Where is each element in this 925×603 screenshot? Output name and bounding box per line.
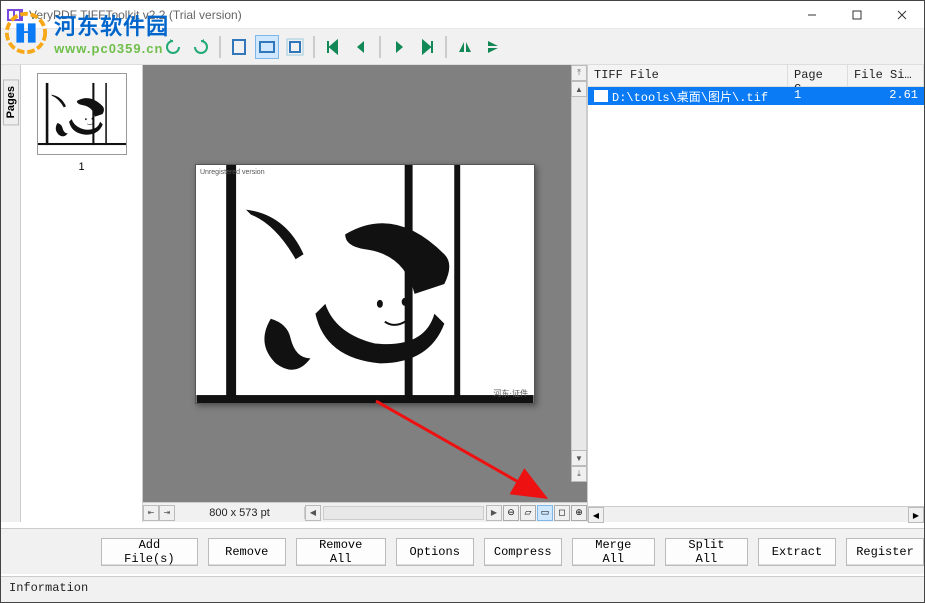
toolbar (1, 29, 924, 65)
image-credit: 河东·证件 (493, 388, 528, 399)
flip-horizontal-button[interactable] (453, 35, 477, 59)
last-page-button[interactable] (415, 35, 439, 59)
options-button[interactable]: Options (396, 538, 474, 566)
page-image (196, 165, 534, 403)
col-size[interactable]: File Si… (848, 65, 924, 86)
hscroll-track[interactable] (323, 506, 484, 520)
file-row[interactable]: D:\tools\桌面\图片\.tif 1 2.61 (588, 87, 924, 105)
action-buttons-row: Add File(s) Remove Remove All Options Co… (1, 528, 924, 574)
minimize-button[interactable] (789, 1, 834, 28)
main-area: Pages 1 Unregistered version 河东·证件 ⤒ ▲ ▼… (1, 65, 924, 522)
fit-width-button[interactable] (255, 35, 279, 59)
zoom-out-button[interactable]: ⊖ (503, 505, 519, 521)
fl-scroll-right[interactable]: ▶ (908, 507, 924, 523)
pan-left-end-button[interactable]: ⇤ (143, 505, 159, 521)
app-icon (7, 9, 23, 21)
pages-tab-label: Pages (3, 79, 19, 125)
extract-button[interactable]: Extract (758, 538, 836, 566)
file-path: D:\tools\桌面\图片\.tif (612, 88, 768, 105)
thumbnails-panel: 1 (21, 65, 143, 522)
thumbnail-label: 1 (29, 161, 134, 173)
merge-all-button[interactable]: Merge All (572, 538, 655, 566)
close-icon (897, 10, 907, 20)
maximize-button[interactable] (834, 1, 879, 28)
file-list-header: TIFF File Page C… File Si… (588, 65, 924, 87)
remove-button[interactable]: Remove (208, 538, 286, 566)
scroll-down-button[interactable]: ▼ (571, 450, 587, 466)
file-size: 2.61 (848, 87, 924, 105)
first-page-button[interactable] (321, 35, 345, 59)
minimize-icon (807, 10, 817, 20)
file-list-hscroll[interactable]: ◀ ▶ (588, 506, 924, 522)
viewer-vertical-scroll[interactable]: ⤒ ▲ ▼ ⤓ (571, 65, 587, 482)
split-all-button[interactable]: Split All (665, 538, 748, 566)
add-files-button[interactable]: Add File(s) (101, 538, 198, 566)
file-list-body[interactable]: D:\tools\桌面\图片\.tif 1 2.61 (588, 87, 924, 506)
rotate-left-button[interactable] (161, 35, 185, 59)
maximize-icon (852, 10, 862, 20)
titlebar: VeryPDF TIFFToolkit v2.2 (Trial version) (1, 1, 924, 29)
hscroll-right-button[interactable]: ▶ (486, 505, 502, 521)
file-pagecount: 1 (788, 87, 848, 105)
viewer-canvas-area[interactable]: Unregistered version 河东·证件 ⤒ ▲ ▼ ⤓ (143, 65, 587, 502)
viewer-panel: Unregistered version 河东·证件 ⤒ ▲ ▼ ⤓ ⇤ ⇥ 8… (143, 65, 588, 522)
file-list-panel: TIFF File Page C… File Si… D:\tools\桌面\图… (588, 65, 924, 522)
remove-all-button[interactable]: Remove All (296, 538, 386, 566)
zoom-in-button[interactable]: ⊕ (571, 505, 587, 521)
col-pages[interactable]: Page C… (788, 65, 848, 86)
zoom-actual-button[interactable]: ◻ (554, 505, 570, 521)
scroll-top-button[interactable]: ⤒ (571, 65, 587, 81)
window-title: VeryPDF TIFFToolkit v2.2 (Trial version) (29, 8, 789, 22)
thumbnail-1[interactable] (37, 73, 127, 155)
zoom-fit-width-button[interactable]: ▭ (537, 505, 553, 521)
actual-size-button[interactable] (283, 35, 307, 59)
col-file[interactable]: TIFF File (588, 65, 788, 86)
flip-vertical-button[interactable] (481, 35, 505, 59)
scroll-bottom-button[interactable]: ⤓ (571, 466, 587, 482)
unregistered-watermark: Unregistered version (200, 169, 265, 176)
prev-page-button[interactable] (349, 35, 373, 59)
thumbnail-image (38, 74, 126, 154)
pan-right-end-button[interactable]: ⇥ (159, 505, 175, 521)
zoom-fit-page-button[interactable]: ▱ (520, 505, 536, 521)
next-page-button[interactable] (387, 35, 411, 59)
page-dimensions: 800 x 573 pt (175, 507, 305, 519)
information-label: Information (9, 581, 88, 595)
scroll-up-button[interactable]: ▲ (571, 81, 587, 97)
information-bar: Information (1, 576, 924, 602)
pages-tab[interactable]: Pages (1, 65, 21, 522)
compress-button[interactable]: Compress (484, 538, 562, 566)
fl-scroll-left[interactable]: ◀ (588, 507, 604, 523)
viewer-status-bar: ⇤ ⇥ 800 x 573 pt ◀ ▶ ⊖ ▱ ▭ ◻ ⊕ (143, 502, 587, 522)
hscroll-left-button[interactable]: ◀ (305, 505, 321, 521)
file-icon (594, 90, 608, 102)
fit-page-button[interactable] (227, 35, 251, 59)
page-canvas: Unregistered version 河东·证件 (195, 164, 535, 404)
rotate-right-button[interactable] (189, 35, 213, 59)
register-button[interactable]: Register (846, 538, 924, 566)
close-button[interactable] (879, 1, 924, 28)
